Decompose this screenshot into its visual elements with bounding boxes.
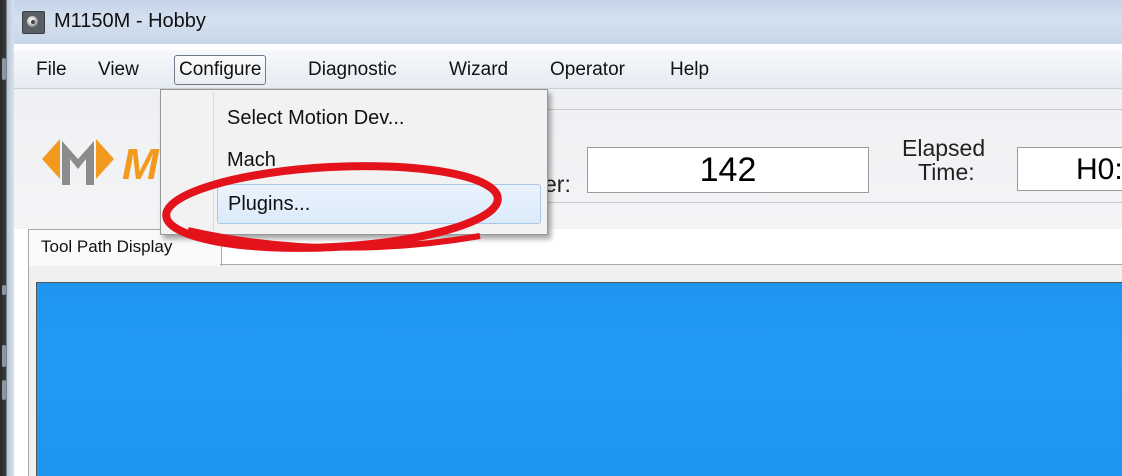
menu-item-select-motion-dev[interactable]: Select Motion Dev... <box>227 98 404 138</box>
tool-path-display-canvas[interactable] <box>36 282 1122 476</box>
menu-bar: File View Configure Diagnostic Wizard Op… <box>14 50 1122 89</box>
edge-handle <box>2 58 6 80</box>
menu-gutter <box>213 92 214 232</box>
elapsed-label-line2: Time: <box>918 159 975 185</box>
counter-display: 142 <box>587 147 869 193</box>
edge-handle <box>2 380 6 400</box>
configure-dropdown-menu: Select Motion Dev... Mach Plugins... <box>160 89 548 235</box>
menu-file[interactable]: File <box>32 57 71 83</box>
menu-diagnostic[interactable]: Diagnostic <box>304 57 401 83</box>
menu-view[interactable]: View <box>94 57 143 83</box>
menu-help[interactable]: Help <box>666 57 713 83</box>
counter-label: er: <box>544 171 571 197</box>
logo-letter: M <box>122 140 160 189</box>
elapsed-label-line1: Elapsed <box>902 135 986 161</box>
title-bar[interactable]: M1150M - Hobby <box>14 0 1122 44</box>
edge-handle <box>2 345 6 367</box>
elapsed-time-display: H0: <box>1017 147 1122 191</box>
tab-strip-line <box>220 264 1122 265</box>
window-title: M1150M - Hobby <box>54 10 206 32</box>
tab-label: Tool Path Display <box>41 237 173 256</box>
menu-item-mach[interactable]: Mach <box>227 140 276 180</box>
app-icon[interactable] <box>22 11 45 34</box>
menu-operator[interactable]: Operator <box>546 57 629 83</box>
menu-item-plugins[interactable]: Plugins... <box>217 184 541 224</box>
menu-wizard[interactable]: Wizard <box>445 57 512 83</box>
edge-handle <box>2 285 6 295</box>
menu-configure[interactable]: Configure <box>174 55 267 85</box>
window-left-edge <box>0 0 14 476</box>
